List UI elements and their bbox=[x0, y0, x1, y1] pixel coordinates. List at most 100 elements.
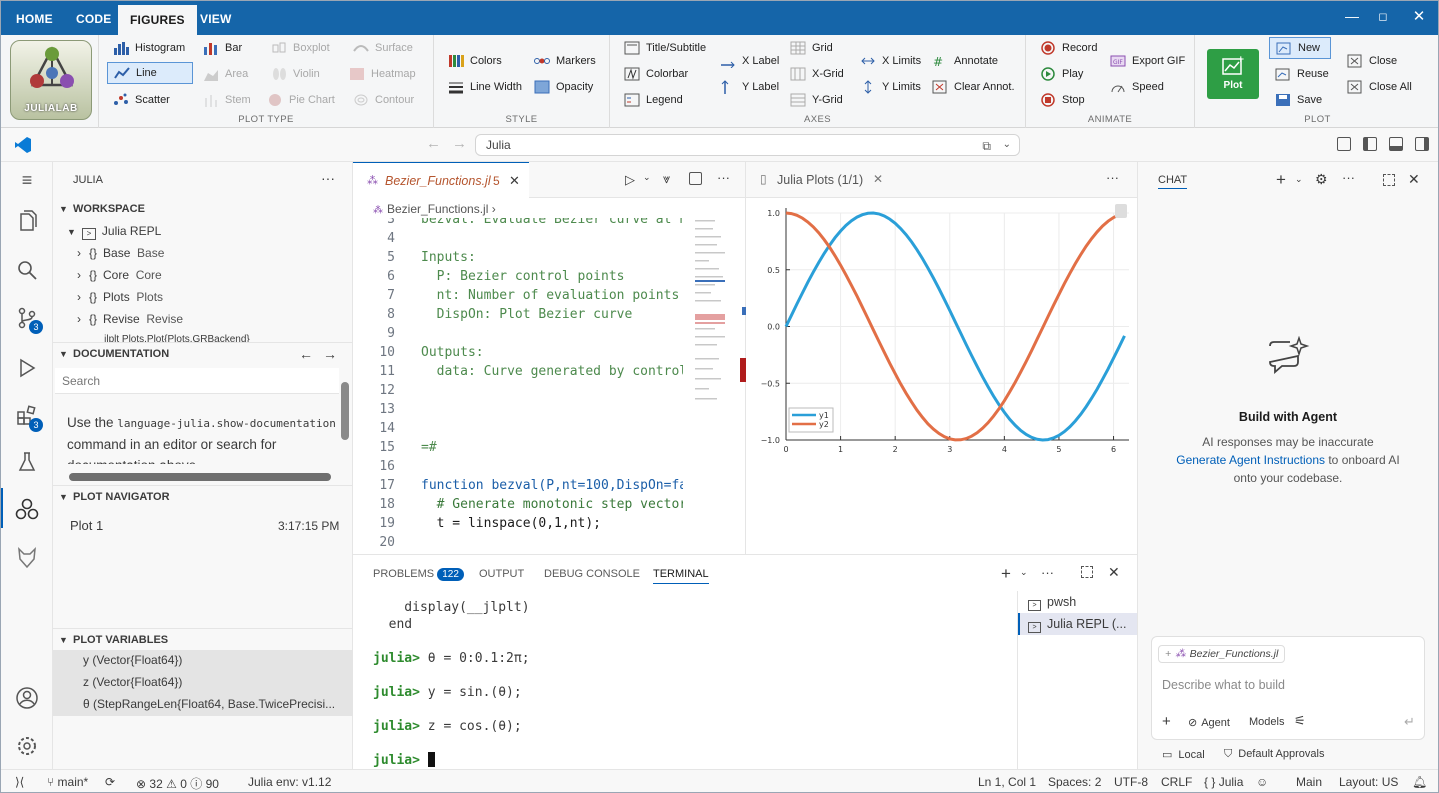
colors-button[interactable]: Colors bbox=[448, 50, 502, 72]
run-debug-icon[interactable] bbox=[15, 356, 39, 380]
tab-home[interactable]: HOME bbox=[16, 1, 53, 35]
tools-icon[interactable]: ⚟ bbox=[1294, 713, 1306, 729]
doc-forward-icon[interactable]: → bbox=[323, 343, 337, 365]
close-all-button[interactable]: Close All bbox=[1347, 76, 1412, 98]
minimap[interactable] bbox=[691, 218, 743, 408]
branch-status[interactable]: ⑂ main* bbox=[47, 775, 88, 789]
new-button[interactable]: New bbox=[1269, 37, 1331, 59]
close-panel-icon[interactable]: ✕ bbox=[1108, 564, 1120, 581]
chat-input[interactable]: Describe what to build bbox=[1162, 678, 1285, 692]
keyboard-layout-status[interactable]: Layout: US bbox=[1339, 775, 1398, 789]
approvals-setting[interactable]: ⛉ Default Approvals bbox=[1224, 748, 1324, 761]
chat-maximize-icon[interactable] bbox=[1383, 174, 1395, 186]
speed-button[interactable]: Speed bbox=[1110, 76, 1164, 98]
session-target[interactable]: ▭ Local bbox=[1162, 748, 1205, 761]
toggle-panel-layout-icon[interactable] bbox=[1337, 137, 1351, 151]
documentation-header[interactable]: ▼ DOCUMENTATION ← → bbox=[53, 342, 353, 364]
julia-icon[interactable] bbox=[15, 498, 39, 522]
tab-debug-console[interactable]: DEBUG CONSOLE bbox=[544, 568, 640, 580]
tab-terminal[interactable]: TERMINAL bbox=[653, 568, 709, 584]
surface-button[interactable]: Surface bbox=[353, 37, 413, 59]
panel-more-icon[interactable]: ··· bbox=[1041, 565, 1054, 580]
legend-button[interactable]: Legend bbox=[624, 89, 683, 111]
editor-more-icon[interactable]: ··· bbox=[717, 170, 730, 185]
copilot-icon[interactable]: ⧉ bbox=[982, 136, 991, 156]
sync-icon[interactable]: ⟳ bbox=[105, 775, 115, 789]
agent-mode-picker[interactable]: ⊘ Agent bbox=[1188, 716, 1230, 729]
pie-chart-button[interactable]: Pie Chart bbox=[267, 89, 335, 111]
new-terminal-icon[interactable]: + bbox=[1001, 564, 1011, 584]
x-limits-button[interactable]: X Limits bbox=[860, 50, 921, 72]
new-chat-icon[interactable]: + bbox=[1276, 170, 1286, 190]
toggle-secondary-sidebar-icon[interactable] bbox=[1415, 137, 1429, 151]
clear-annotations-button[interactable]: Clear Annot. bbox=[932, 76, 1015, 98]
julialab-logo[interactable]: JULIALAB bbox=[10, 40, 92, 120]
model-picker[interactable]: Models bbox=[1249, 716, 1284, 728]
run-file-icon[interactable]: ▷ bbox=[625, 172, 635, 188]
close-tab-icon[interactable]: ✕ bbox=[509, 173, 520, 189]
contour-button[interactable]: Contour bbox=[353, 89, 414, 111]
annotate-button[interactable]: # Annotate bbox=[932, 50, 998, 72]
chat-close-icon[interactable]: ✕ bbox=[1408, 171, 1420, 188]
bar-button[interactable]: Bar bbox=[203, 37, 242, 59]
generate-instructions-link[interactable]: Generate Agent Instructions bbox=[1176, 453, 1325, 467]
more-actions-icon[interactable]: ··· bbox=[321, 170, 335, 186]
variable-y[interactable]: y (Vector{Float64}) bbox=[83, 653, 182, 667]
colorbar-button[interactable]: Colorbar bbox=[624, 63, 688, 85]
y-limits-button[interactable]: Y Limits bbox=[860, 76, 921, 98]
send-icon[interactable]: ↵ bbox=[1404, 714, 1415, 730]
tab-code[interactable]: CODE bbox=[76, 1, 111, 35]
terminal-item-julia[interactable]: > Julia REPL (... bbox=[1018, 613, 1138, 635]
julia-repl-node[interactable]: ▼ > Julia REPL bbox=[67, 224, 161, 240]
scatter-button[interactable]: Scatter bbox=[113, 89, 170, 111]
cursor-position[interactable]: Ln 1, Col 1 bbox=[978, 775, 1036, 789]
run-chevron-icon[interactable]: ⌄ bbox=[643, 172, 651, 183]
wolf-extension-icon[interactable] bbox=[15, 546, 39, 570]
heatmap-button[interactable]: Heatmap bbox=[349, 63, 416, 85]
record-button[interactable]: Record bbox=[1040, 37, 1097, 59]
module-plots[interactable]: ›{} Plots Plots bbox=[77, 290, 163, 304]
histogram-button[interactable]: Histogram bbox=[113, 37, 185, 59]
problems-status[interactable]: ⊗ 32 ⚠ 0 ⓘ 90 bbox=[136, 775, 219, 792]
line-width-button[interactable]: Line Width bbox=[448, 76, 522, 98]
reuse-button[interactable]: Reuse bbox=[1275, 63, 1329, 85]
export-gif-button[interactable]: GIF Export GIF bbox=[1110, 50, 1185, 72]
boxplot-button[interactable]: Boxplot bbox=[271, 37, 330, 59]
extensions-icon[interactable]: 3 bbox=[15, 404, 43, 432]
command-center-search[interactable]: Julia ⧉ ⌄ bbox=[475, 134, 1020, 156]
editor-tab-bezier[interactable]: ⁂ Bezier_Functions.jl 5 ✕ bbox=[353, 162, 529, 198]
doc-search-input[interactable]: Search bbox=[55, 368, 339, 394]
context-chip[interactable]: + ⁂ Bezier_Functions.jl bbox=[1158, 645, 1286, 663]
chat-more-icon[interactable]: ··· bbox=[1342, 170, 1355, 185]
variable-z[interactable]: z (Vector{Float64}) bbox=[83, 675, 182, 689]
title-subtitle-button[interactable]: Title/Subtitle bbox=[624, 37, 706, 59]
stop-button[interactable]: Stop bbox=[1040, 89, 1085, 111]
eol-status[interactable]: CRLF bbox=[1161, 775, 1192, 789]
chat-history-chevron-icon[interactable]: ⌄ bbox=[1295, 174, 1303, 185]
testing-icon[interactable] bbox=[15, 450, 39, 474]
doc-vertical-scrollbar[interactable] bbox=[341, 382, 349, 440]
violin-button[interactable]: Violin bbox=[271, 63, 320, 85]
encoding-status[interactable]: UTF-8 bbox=[1114, 775, 1148, 789]
chat-tab[interactable]: CHAT bbox=[1158, 174, 1188, 189]
terminal-dropdown-icon[interactable]: ⌄ bbox=[1020, 567, 1028, 578]
forward-icon[interactable]: → bbox=[452, 135, 467, 152]
vscode-icon[interactable] bbox=[14, 136, 32, 154]
tab-view[interactable]: VIEW bbox=[200, 1, 231, 35]
markers-button[interactable]: Markers bbox=[534, 50, 596, 72]
language-status[interactable]: { } Julia bbox=[1204, 775, 1243, 789]
code-area[interactable]: 3 bezval: Evaluate Bezier curve at n 4 5 Inp… bbox=[353, 218, 683, 554]
module-revise[interactable]: ›{} Revise Revise bbox=[77, 312, 183, 326]
variable-theta[interactable]: θ (StepRangeLen{Float64, Base.TwicePreci… bbox=[83, 697, 349, 711]
plot-navigator-item[interactable]: Plot 1 3:17:15 PM bbox=[53, 518, 353, 540]
module-status[interactable]: Main bbox=[1296, 775, 1322, 789]
maximize-panel-icon[interactable] bbox=[1081, 566, 1093, 578]
close-plot-button[interactable]: Close bbox=[1347, 50, 1397, 72]
grid-button[interactable]: Grid bbox=[790, 37, 833, 59]
plots-more-icon[interactable]: ··· bbox=[1106, 170, 1119, 185]
toggle-sidebar-icon[interactable] bbox=[1363, 137, 1377, 151]
area-button[interactable]: Area bbox=[203, 63, 248, 85]
accounts-icon[interactable] bbox=[15, 686, 39, 710]
breadcrumb[interactable]: ⁂ Bezier_Functions.jl › bbox=[373, 202, 496, 216]
x-label-button[interactable]: X Label bbox=[720, 50, 779, 72]
